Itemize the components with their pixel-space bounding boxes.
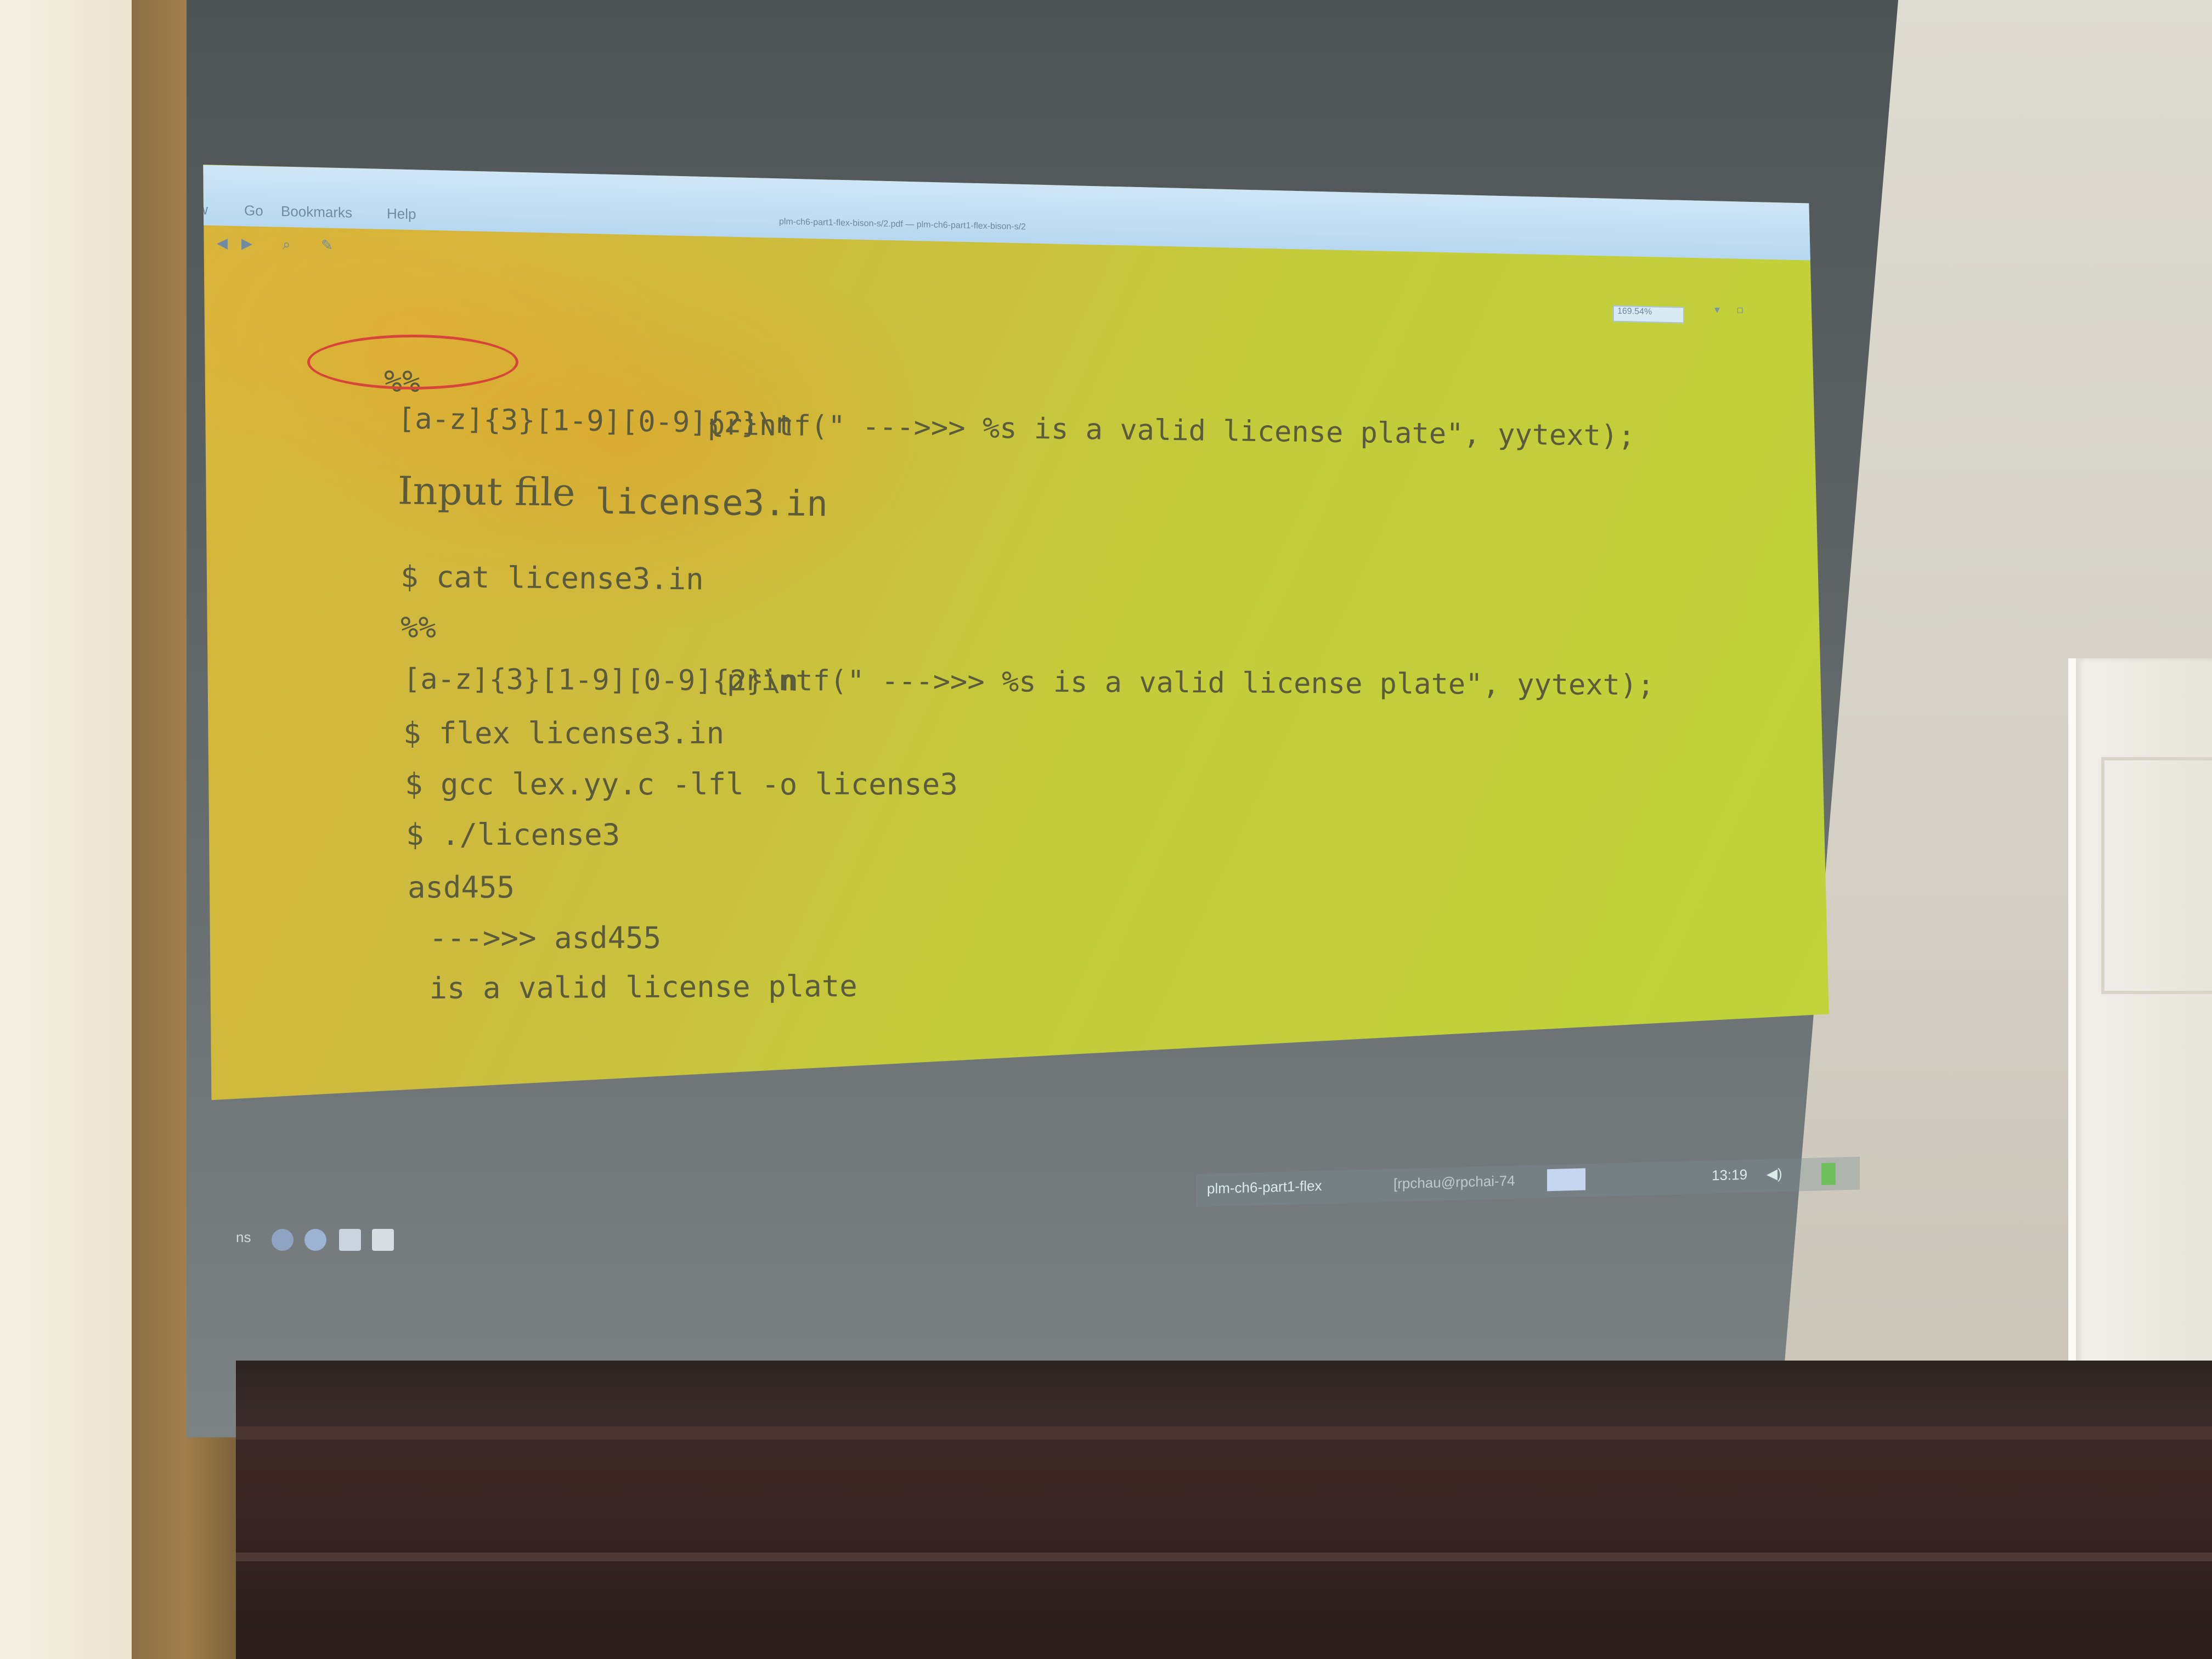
maximize-icon[interactable]: ▫ [1736,303,1752,318]
taskbar-active-icon[interactable] [1547,1168,1585,1192]
input-file-name: license3.in [595,481,828,525]
input-line-1: asd455 [408,870,515,905]
edit-icon[interactable]: ✎ [321,237,333,253]
stage-lip [236,1426,2212,1440]
forward-icon[interactable]: ▶ [241,235,252,252]
search-icon[interactable]: ⌕ [283,236,291,253]
browser-icon[interactable] [272,1229,294,1251]
flex-command: $ flex license3.in [403,716,725,751]
menu-go[interactable]: Go [244,202,263,219]
window-title: plm-ch6-part1-flex-bison-s/2.pdf — plm-c… [779,217,1026,232]
menu-bookmarks[interactable]: Bookmarks [281,203,352,222]
output-line-1: --->>> asd455 [411,921,662,955]
annotation-circle [307,335,518,390]
clock: 13:19 [1712,1166,1748,1184]
run-command: $ ./license3 [406,817,620,852]
minimize-icon[interactable]: ▾ [1714,303,1730,318]
folder-icon[interactable] [372,1229,394,1251]
cat-command: $ cat license3.in [400,559,704,597]
gcc-command: $ gcc lex.yy.c -lfl -o license3 [405,767,958,802]
stage-lip-lower [236,1553,2212,1561]
door-panel [2101,757,2212,994]
globe-icon[interactable] [304,1229,326,1251]
battery-icon [1821,1163,1836,1186]
menu-help[interactable]: Help [387,205,416,223]
taskbar-item-terminal[interactable]: [rpchau@rpchai-74 [1393,1172,1515,1193]
taskbar-item-pdf[interactable]: plm-ch6-part1-flex [1207,1177,1322,1197]
back-icon[interactable]: ◀ [217,235,228,251]
file-percent-marker: %% [400,610,437,645]
launcher: ns [236,1229,251,1246]
input-file-heading: Input file [397,468,575,515]
launcher-label: ns [236,1229,251,1245]
stage-edge [236,1361,2212,1659]
zoom-select[interactable]: 169.54% [1613,305,1684,324]
editor-icon[interactable] [339,1229,361,1251]
output-line-2: is a valid license plate [411,968,857,1006]
file-printf-action: printf(" --->>> %s is a valid license pl… [726,664,1655,702]
volume-icon[interactable]: ◀) [1767,1165,1782,1183]
